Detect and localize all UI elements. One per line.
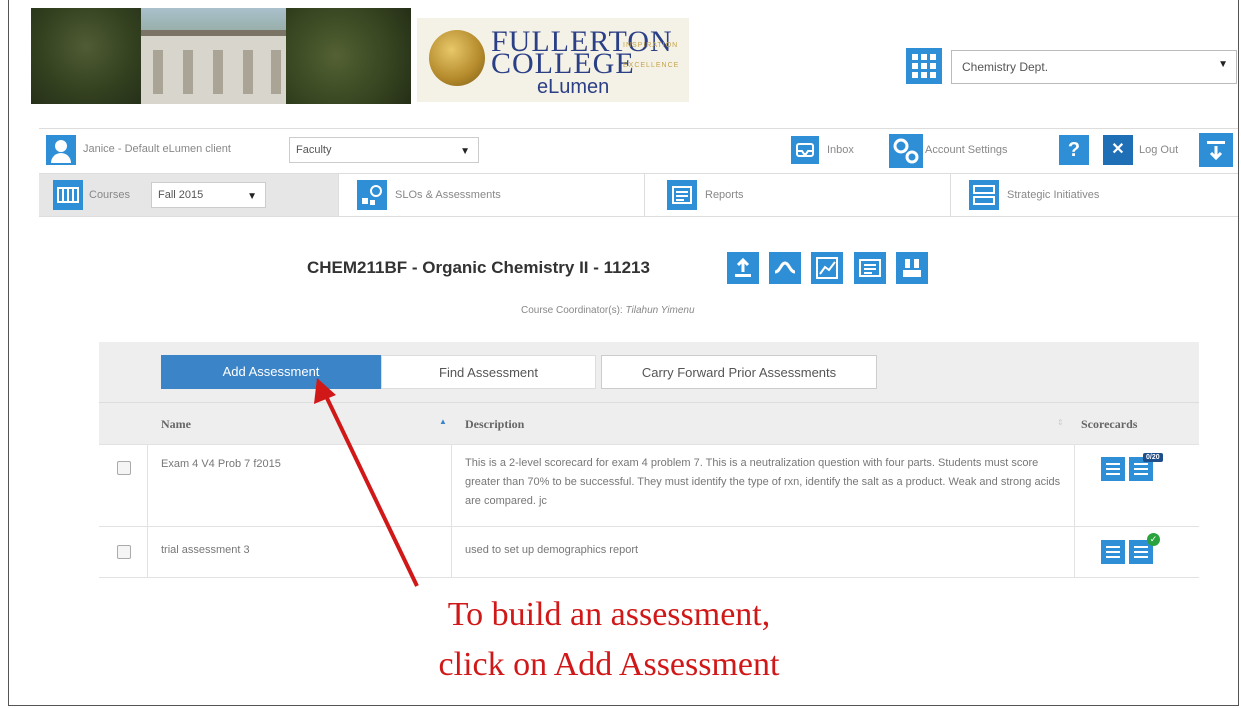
annotation-text: To build an assessment, click on Add Ass… bbox=[339, 590, 879, 690]
annotation-line2: click on Add Assessment bbox=[438, 646, 780, 683]
annotation-line1: To build an assessment, bbox=[447, 596, 771, 633]
screenshot-frame: FULLERTON COLLEGE INSPIRATION EXCELLENCE… bbox=[8, 0, 1239, 706]
